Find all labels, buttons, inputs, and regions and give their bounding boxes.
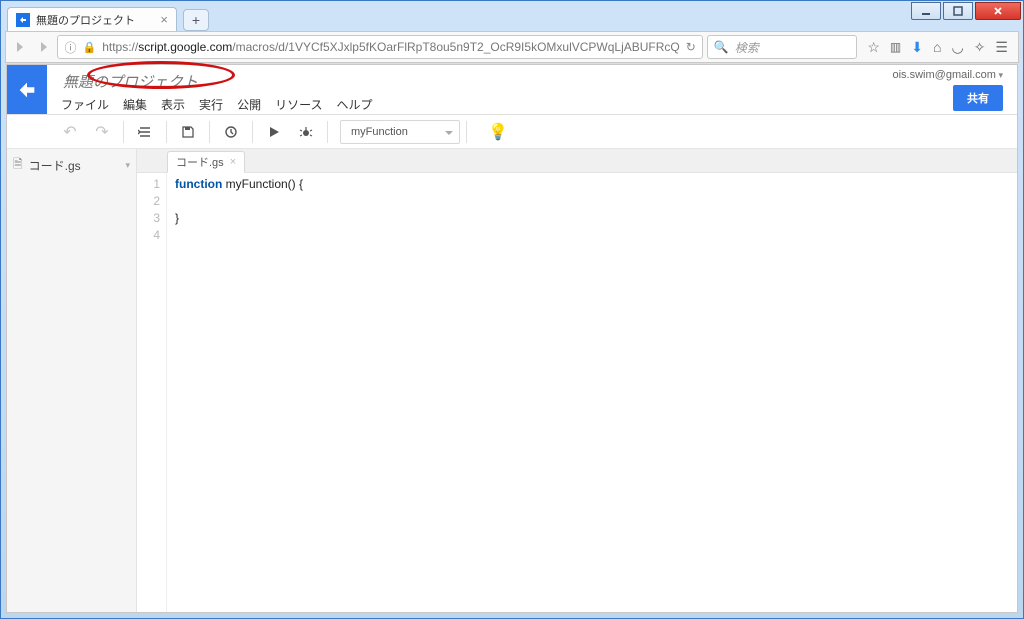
- search-placeholder: 検索: [735, 39, 759, 56]
- close-button[interactable]: [975, 2, 1021, 20]
- browser-tab[interactable]: 無題のプロジェクト ×: [7, 7, 177, 31]
- code-body[interactable]: function myFunction() { }: [167, 173, 1017, 612]
- separator: [123, 121, 124, 143]
- user-email[interactable]: ois.swim@gmail.com: [893, 69, 1004, 81]
- separator: [327, 121, 328, 143]
- code-editor[interactable]: 1 2 3 4 function myFunction() { }: [137, 173, 1017, 612]
- editor-tab-close-icon[interactable]: ×: [230, 156, 236, 168]
- sidebar-file-item[interactable]: 🗎 コード.gs ▾: [7, 153, 136, 177]
- file-menu-chevron[interactable]: ▾: [125, 160, 130, 171]
- editor-tab-label: コード.gs: [176, 154, 224, 170]
- browser-toolbar: ⓘ 🔒 https://script.google.com/macros/d/1…: [5, 31, 1019, 63]
- separator: [209, 121, 210, 143]
- line-number: 2: [137, 193, 160, 210]
- editor-tabs: コード.gs ×: [137, 149, 1017, 173]
- file-sidebar: 🗎 コード.gs ▾: [7, 149, 137, 612]
- search-icon: 🔍: [714, 40, 729, 54]
- menu-help[interactable]: ヘルプ: [336, 96, 372, 113]
- line-number: 1: [137, 176, 160, 193]
- library-icon[interactable]: ▥: [890, 40, 901, 54]
- menu-view[interactable]: 表示: [161, 96, 185, 113]
- code-text: myFunction() {: [222, 177, 303, 191]
- line-number: 3: [137, 210, 160, 227]
- share-button[interactable]: 共有: [953, 85, 1003, 111]
- menu-run[interactable]: 実行: [199, 96, 223, 113]
- debug-button[interactable]: [291, 119, 321, 145]
- menu-bar: ファイル 編集 表示 実行 公開 リソース ヘルプ: [57, 96, 869, 113]
- reload-icon[interactable]: ↻: [686, 40, 696, 54]
- window-controls: [909, 2, 1021, 20]
- addons-icon[interactable]: ✧: [974, 39, 986, 56]
- gutter: 1 2 3 4: [137, 173, 167, 612]
- project-name[interactable]: 無題のプロジェクト: [57, 69, 204, 94]
- forward-button[interactable]: [34, 35, 54, 59]
- app-header: 無題のプロジェクト ファイル 編集 表示 実行 公開 リソース ヘルプ ois.…: [7, 65, 1017, 115]
- triggers-button[interactable]: [216, 119, 246, 145]
- menu-resources[interactable]: リソース: [275, 96, 322, 113]
- menu-publish[interactable]: 公開: [237, 96, 261, 113]
- code-keyword: function: [175, 177, 222, 191]
- editor-area: コード.gs × 1 2 3 4 function myFunction() {…: [137, 149, 1017, 612]
- app-toolbar: ↶ ↷ myFunction 💡: [7, 115, 1017, 149]
- editor-tab[interactable]: コード.gs ×: [167, 151, 245, 173]
- apps-script-favicon: [16, 13, 30, 27]
- address-bar[interactable]: ⓘ 🔒 https://script.google.com/macros/d/1…: [57, 35, 702, 59]
- app-logo[interactable]: [7, 65, 47, 114]
- undo-button[interactable]: ↶: [55, 119, 85, 145]
- code-text: [175, 194, 182, 208]
- pocket-icon[interactable]: ◡: [951, 39, 963, 56]
- separator: [166, 121, 167, 143]
- indent-button[interactable]: [130, 119, 160, 145]
- lightbulb-icon[interactable]: 💡: [483, 119, 513, 145]
- menu-edit[interactable]: 編集: [123, 96, 147, 113]
- line-number: 4: [137, 227, 160, 244]
- minimize-button[interactable]: [911, 2, 941, 20]
- home-icon[interactable]: ⌂: [933, 39, 941, 55]
- app-body: 🗎 コード.gs ▾ コード.gs × 1 2 3: [7, 149, 1017, 612]
- search-box[interactable]: 🔍 検索: [707, 35, 858, 59]
- downloads-icon[interactable]: ⬇: [911, 39, 923, 56]
- redo-button[interactable]: ↷: [87, 119, 117, 145]
- menu-file[interactable]: ファイル: [61, 96, 109, 113]
- function-select[interactable]: myFunction: [340, 120, 460, 144]
- tab-strip: 無題のプロジェクト × +: [7, 7, 209, 31]
- separator: [466, 121, 467, 143]
- user-area: ois.swim@gmail.com 共有: [879, 65, 1018, 114]
- tab-title: 無題のプロジェクト: [36, 12, 135, 28]
- file-icon: 🗎: [13, 155, 23, 176]
- menu-icon[interactable]: ☰: [995, 39, 1008, 56]
- run-button[interactable]: [259, 119, 289, 145]
- function-select-label: myFunction: [351, 126, 408, 138]
- separator: [252, 121, 253, 143]
- url-text: https://script.google.com/macros/d/1VYCf…: [102, 40, 680, 54]
- title-area: 無題のプロジェクト ファイル 編集 表示 実行 公開 リソース ヘルプ: [47, 65, 879, 114]
- tab-close-icon[interactable]: ×: [160, 12, 168, 27]
- maximize-button[interactable]: [943, 2, 973, 20]
- new-tab-button[interactable]: +: [183, 9, 209, 31]
- identity-icon: ⓘ: [64, 39, 76, 56]
- bookmark-star-icon[interactable]: ☆: [867, 39, 880, 56]
- save-button[interactable]: [173, 119, 203, 145]
- back-button[interactable]: [10, 35, 30, 59]
- lock-icon: 🔒: [82, 41, 96, 54]
- sidebar-file-label: コード.gs: [29, 157, 81, 174]
- apps-script-editor: 無題のプロジェクト ファイル 編集 表示 実行 公開 リソース ヘルプ ois.…: [6, 64, 1018, 613]
- browser-window: 無題のプロジェクト × + ⓘ 🔒 https://script.google.…: [0, 0, 1024, 619]
- code-text: }: [175, 211, 179, 225]
- toolbar-icons: ☆ ▥ ⬇ ⌂ ◡ ✧ ☰: [861, 39, 1014, 56]
